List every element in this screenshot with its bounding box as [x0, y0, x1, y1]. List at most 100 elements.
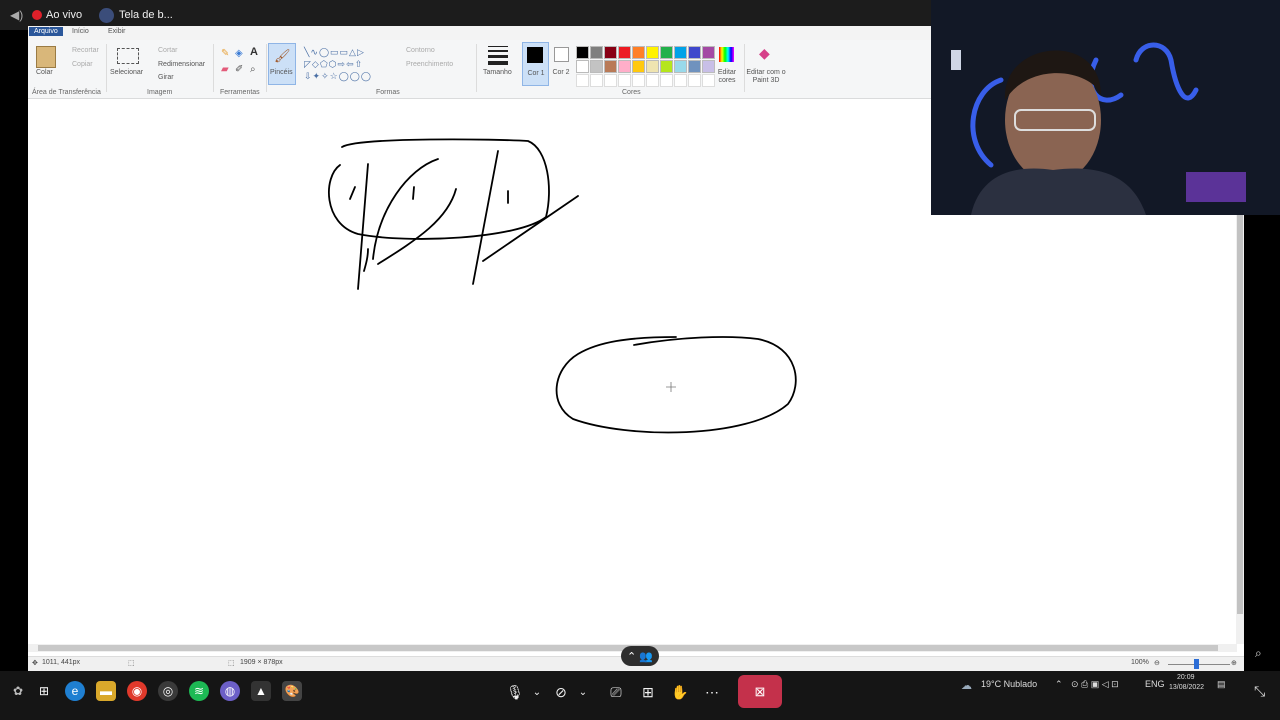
palette-swatch[interactable] [604, 60, 617, 73]
palette-swatch[interactable] [576, 46, 589, 59]
more-options-icon[interactable]: ⋯ [697, 675, 727, 709]
edit-colors-button[interactable]: Editar cores [714, 69, 740, 85]
zoom-search-icon[interactable]: ⌕ [1255, 646, 1262, 661]
palette-swatch-empty[interactable] [632, 74, 645, 87]
share-screen-icon[interactable]: ⎚ [601, 675, 631, 709]
paint3d-icon[interactable]: ◆ [759, 45, 770, 62]
notifications-icon[interactable]: ▤ [1217, 679, 1226, 690]
palette-swatch[interactable] [590, 60, 603, 73]
color1-button[interactable]: Cor 1 [522, 42, 549, 86]
weather-text[interactable]: 19°C Nublado [981, 679, 1037, 689]
palette-swatch-empty[interactable] [618, 74, 631, 87]
color-picker-icon[interactable]: ✐ [235, 64, 243, 75]
copy-button[interactable]: Copiar [72, 61, 93, 68]
zoom-out-icon[interactable]: ⊖ [1154, 659, 1160, 667]
clipboard-icon[interactable] [36, 46, 56, 68]
spotify-icon[interactable]: ≋ [189, 681, 209, 701]
selection-icon: ⬚ [128, 660, 135, 667]
brush-icon: 🖌 [274, 48, 291, 63]
shapes-gallery[interactable]: ╲∿◯▭▭△▷ ◸◇⬠⬡⇨⇦⇧ ⇩✦✧☆◯◯◯ [304, 46, 396, 82]
palette-swatch[interactable] [604, 46, 617, 59]
app-icon[interactable]: ◍ [220, 681, 240, 701]
resize-button[interactable]: Redimensionar [158, 61, 205, 68]
palette-swatch-empty[interactable] [688, 74, 701, 87]
edit-paint3d-button[interactable]: Editar com o Paint 3D [746, 69, 786, 85]
crop-button[interactable]: Cortar [158, 47, 177, 54]
minimize-view-icon[interactable]: ⤡ [1254, 683, 1265, 700]
palette-swatch[interactable] [632, 46, 645, 59]
palette-swatch-empty[interactable] [576, 74, 589, 87]
app-icon[interactable]: ▲ [251, 681, 271, 701]
zoom-level: 100% [1131, 659, 1149, 666]
palette-swatch[interactable] [674, 46, 687, 59]
palette-swatch[interactable] [590, 46, 603, 59]
select-button[interactable]: Selecionar [110, 69, 143, 76]
obs-icon[interactable]: ◎ [158, 681, 178, 701]
menu-home[interactable]: Início [67, 27, 94, 36]
palette-swatch-empty[interactable] [646, 74, 659, 87]
file-explorer-icon[interactable]: ▬ [96, 681, 116, 701]
palette-swatch[interactable] [632, 60, 645, 73]
scrollbar-thumb[interactable] [1237, 214, 1243, 614]
pencil-icon[interactable]: ✎ [221, 48, 229, 59]
eraser-icon[interactable]: ▰ [221, 64, 229, 75]
size-icon[interactable] [488, 46, 508, 65]
color1-label: Cor 1 [527, 70, 545, 77]
palette-swatch[interactable] [576, 60, 589, 73]
edge-icon[interactable]: e [65, 681, 85, 701]
fill-icon[interactable]: ◈ [235, 48, 243, 59]
chrome-icon[interactable]: ◉ [127, 681, 147, 701]
layout-grid-icon[interactable]: ⊞ [633, 675, 663, 709]
palette-swatch[interactable] [674, 60, 687, 73]
fill-button[interactable]: Preenchimento [406, 61, 453, 68]
webcam-feed [931, 0, 1280, 215]
outline-button[interactable]: Contorno [406, 47, 435, 54]
stop-sharing-button[interactable]: ⊠ [738, 675, 782, 708]
zoom-slider-thumb[interactable] [1194, 659, 1199, 669]
palette-swatch[interactable] [688, 46, 701, 59]
palette-swatch[interactable] [660, 60, 673, 73]
color-palette [576, 46, 716, 88]
chevron-down-icon[interactable]: ⌄ [568, 675, 598, 709]
screen-share-label[interactable]: Tela de b... [119, 9, 173, 21]
palette-swatch-empty[interactable] [660, 74, 673, 87]
brushes-button[interactable]: 🖌 Pincéis [268, 43, 296, 85]
expand-controls-button[interactable]: ⌃ 👥 [621, 646, 659, 666]
cut-button[interactable]: Recortar [72, 47, 99, 54]
zoom-slider[interactable] [1168, 664, 1230, 665]
palette-swatch-empty[interactable] [674, 74, 687, 87]
palette-swatch[interactable] [688, 60, 701, 73]
select-icon[interactable] [117, 48, 139, 64]
color2-swatch[interactable] [554, 47, 569, 62]
menu-file[interactable]: Arquivo [29, 27, 63, 36]
accessibility-icon[interactable]: ✿ [8, 681, 28, 701]
zoom-in-icon[interactable]: ⊕ [1231, 659, 1237, 667]
palette-swatch[interactable] [618, 60, 631, 73]
size-button[interactable]: Tamanho [483, 69, 512, 76]
palette-swatch-empty[interactable] [604, 74, 617, 87]
magnifier-icon[interactable]: ⌕ [250, 64, 256, 75]
sketch-ellipse-2 [555, 336, 797, 434]
text-icon[interactable]: A [250, 46, 258, 58]
windows-start-icon[interactable]: ⊞ [34, 681, 54, 701]
edit-colors-icon[interactable] [719, 47, 734, 62]
paste-button[interactable]: Colar [36, 69, 53, 76]
palette-swatch[interactable] [646, 60, 659, 73]
color2-button[interactable]: Cor 2 [551, 69, 571, 76]
clock-date[interactable]: 13/08/2022 [1169, 684, 1204, 691]
palette-swatch[interactable] [702, 46, 715, 59]
palette-swatch[interactable] [618, 46, 631, 59]
language-indicator[interactable]: ENG [1145, 679, 1165, 689]
palette-swatch[interactable] [660, 46, 673, 59]
tray-expand-icon[interactable]: ⌃ [1055, 679, 1063, 690]
palette-swatch[interactable] [646, 46, 659, 59]
raise-hand-icon[interactable]: ✋ [665, 675, 695, 709]
paint-app-icon[interactable]: 🎨 [282, 681, 302, 701]
speaker-icon[interactable]: ◀) [10, 8, 24, 22]
palette-swatch-empty[interactable] [590, 74, 603, 87]
sketch-stroke [377, 188, 457, 265]
clock-time[interactable]: 20:09 [1177, 674, 1195, 681]
rotate-button[interactable]: Girar [158, 74, 174, 81]
tray-icons[interactable]: ⊙ ⎙ ▣ ◁ ⊡ [1071, 679, 1119, 690]
menu-view[interactable]: Exibir [103, 27, 131, 36]
